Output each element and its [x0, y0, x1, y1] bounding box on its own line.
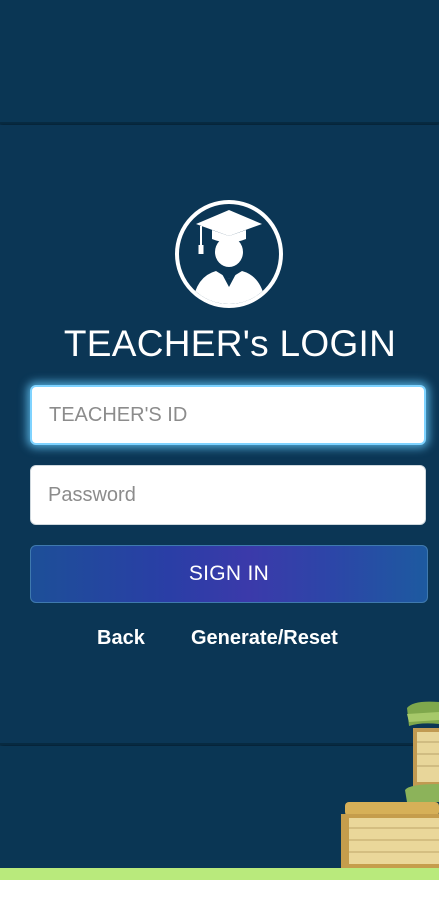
generate-reset-link[interactable]: Generate/Reset — [191, 624, 338, 652]
back-link[interactable]: Back — [97, 624, 145, 652]
bottom-margin — [0, 880, 439, 900]
password-input[interactable] — [31, 466, 425, 524]
login-screen: TEACHER's LOGIN SIGN IN Back Generate/Re… — [0, 0, 439, 868]
sign-in-button[interactable]: SIGN IN — [30, 545, 428, 603]
teacher-id-input[interactable] — [32, 387, 424, 443]
teacher-id-field[interactable] — [30, 385, 426, 445]
graduate-avatar-icon — [174, 199, 284, 309]
page-title: TEACHER's LOGIN — [63, 323, 397, 364]
books-stack-icon — [335, 690, 439, 868]
accent-strip — [0, 868, 439, 880]
password-field[interactable] — [30, 465, 426, 525]
header-band — [0, 0, 439, 124]
